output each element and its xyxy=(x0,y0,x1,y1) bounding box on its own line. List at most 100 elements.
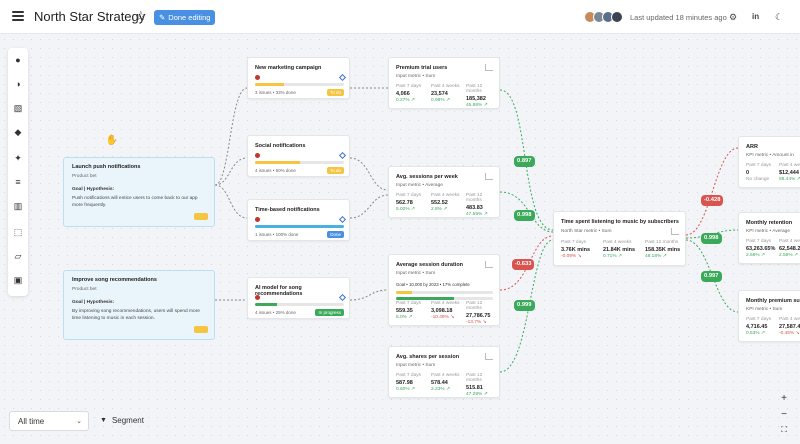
chart-icon[interactable] xyxy=(485,173,493,180)
goal-card[interactable]: Launch push notifications Product bet Go… xyxy=(63,157,215,227)
stat-change: -13.7% ↘ xyxy=(466,320,487,325)
selection-icon[interactable]: ⬚ xyxy=(12,226,24,238)
goal-card[interactable]: Improve song recommendations Product bet… xyxy=(63,270,215,340)
stat-value: 3,098.18 xyxy=(431,308,453,314)
image-icon[interactable]: ▣ xyxy=(12,274,24,286)
initiative-card[interactable]: AI model for song recommendations 4 issue… xyxy=(247,277,350,319)
north-star-metric-card[interactable]: Time spent listening to music by subscri… xyxy=(553,211,686,266)
metric-stat: Past 7 days 4,716.45 0.53% ↗ xyxy=(746,317,771,336)
stat-change: 2.56% ↗ xyxy=(779,253,798,258)
timeframe-select[interactable]: All time ⌄ xyxy=(9,411,89,431)
stat-change: 45.88% ↗ xyxy=(466,103,488,108)
initiative-title: New marketing campaign xyxy=(255,65,322,71)
stat-label: Past 7 days xyxy=(396,301,422,306)
assignee-avatar xyxy=(255,75,260,80)
stat-change: 0.53% ↗ xyxy=(746,331,765,336)
stat-value: 3.76K mins xyxy=(561,247,591,253)
stat-value: 23,574 xyxy=(431,91,448,97)
metric-title: Avg. shares per session xyxy=(396,354,460,360)
git-diamond-icon[interactable]: ◆ xyxy=(12,126,24,138)
correlation-badge[interactable]: 0.897 xyxy=(514,156,535,167)
correlation-badge[interactable]: 0.998 xyxy=(701,233,722,244)
github-icon[interactable]: ● xyxy=(12,54,24,66)
stat-label: Past 4 weeks xyxy=(779,239,800,244)
correlation-badge[interactable]: -0.633 xyxy=(512,259,535,270)
kpi-metric-card[interactable]: ARR KPI metric • Amount in Past 7 days 0 No … xyxy=(738,136,800,188)
kpi-metric-card[interactable]: Monthly retention KPI metric • Average Pas… xyxy=(738,212,800,264)
stat-label: Past 4 weeks xyxy=(779,317,800,322)
stat-value: 63,263.65% xyxy=(746,246,776,252)
progress-fill xyxy=(255,303,278,306)
left-toolbar: ● ◑ ▧ ◆ ✦ ≡ ▥ ⬚ ▱ ▣ xyxy=(8,48,28,296)
metric-title: Average session duration xyxy=(396,262,464,268)
stat-value: 515.81 xyxy=(466,385,483,391)
segment-filter-button[interactable]: ▼ Segment xyxy=(100,416,144,425)
initiative-card[interactable]: Time-based notifications 1 issues • 100% … xyxy=(247,199,350,241)
correlation-badge[interactable]: 0.998 xyxy=(514,210,535,221)
stat-value: 483.83 xyxy=(466,205,483,211)
initiative-meta: 4 issues • 50% done xyxy=(255,168,296,173)
database-icon[interactable]: ≡ xyxy=(12,176,24,188)
correlation-badge[interactable]: 0.999 xyxy=(514,300,535,311)
initiative-card[interactable]: Social notifications 4 issues • 50% done T… xyxy=(247,135,350,177)
stat-change: 0.27% ↗ xyxy=(396,98,415,103)
input-metric-card[interactable]: Premium trial users Input metric • Sum Pas… xyxy=(388,57,500,109)
stat-change: 2.8% ↗ xyxy=(431,207,448,212)
goal-progress-fill xyxy=(396,297,455,300)
metric-stat: Past 4 weeks 578.44 2.23% ↗ xyxy=(431,373,460,392)
half-circle-icon[interactable]: ◑ xyxy=(12,78,24,90)
stat-value: 27,587.46 xyxy=(779,324,800,330)
input-metric-card[interactable]: Avg. sessions per week Input metric • Ave… xyxy=(388,166,500,218)
correlation-badge[interactable]: 0.997 xyxy=(701,271,722,282)
metric-stat: Past 4 weeks 3,098.18 -10.49% ↘ xyxy=(431,301,460,320)
initiative-card[interactable]: New marketing campaign 3 issues • 33% don… xyxy=(247,57,350,99)
metric-title: Avg. sessions per week xyxy=(396,174,458,180)
metric-stat: Past 4 weeks 23,574 0.98% ↗ xyxy=(431,84,460,103)
stat-label: Past 4 weeks xyxy=(431,301,460,306)
linear-icon[interactable]: ▧ xyxy=(12,102,24,114)
stat-label: Past 4 weeks xyxy=(431,373,460,378)
sticky-note-icon[interactable]: ▱ xyxy=(12,250,24,262)
bar-chart-icon[interactable]: ▥ xyxy=(12,200,24,212)
stat-change: 2.56% ↗ xyxy=(746,253,765,258)
metric-stat: Past 4 weeks 62,548.22.56% ↗ xyxy=(779,239,800,258)
metric-stat: Past 7 days 4,066 0.27% ↗ xyxy=(396,84,421,103)
input-metric-card[interactable]: Avg. shares per session Input metric • Su… xyxy=(388,346,500,398)
zoom-out-button[interactable]: − xyxy=(776,406,792,422)
stat-change: 0.60% ↗ xyxy=(396,387,415,392)
filter-icon: ▼ xyxy=(100,417,107,424)
chart-icon[interactable] xyxy=(485,353,493,360)
kpi-subtitle: KPI metric • Amount in xyxy=(746,153,794,158)
stat-change: 5.02% ↗ xyxy=(396,207,415,212)
fit-view-icon[interactable]: ⛶ xyxy=(776,422,792,438)
stat-change: 2.23% ↗ xyxy=(431,387,450,392)
chart-icon[interactable] xyxy=(671,228,679,235)
kpi-subtitle: KPI metric • Sum xyxy=(746,307,783,312)
metric-goal: Goal • 10,000 by 2023 • 17% complete xyxy=(396,282,470,287)
chart-icon[interactable] xyxy=(485,261,493,268)
correlation-badge[interactable]: -0.428 xyxy=(701,195,724,206)
initiative-title: Time-based notifications xyxy=(255,207,320,213)
kpi-metric-card[interactable]: Monthly premium su KPI metric • Sum Past 7… xyxy=(738,290,800,342)
metric-stat: Past 4 weeks 21.84K mins 0.71% ↗ xyxy=(603,240,635,259)
wrench-icon[interactable]: ✦ xyxy=(12,152,24,164)
stat-change: -0.09% ↘ xyxy=(561,254,582,259)
stat-change: No change xyxy=(746,177,770,182)
metric-stat: Past 7 days 559.35 6.0% ↗ xyxy=(396,301,421,320)
stat-value: 27,786.75 xyxy=(466,313,491,319)
zoom-in-button[interactable]: + xyxy=(776,390,792,406)
linear-diamond-icon xyxy=(338,73,347,82)
stat-change: 58.44% ↗ xyxy=(779,177,800,182)
kpi-title: Monthly retention xyxy=(746,220,793,226)
linear-diamond-icon xyxy=(338,151,347,160)
kpi-subtitle: KPI metric • Average xyxy=(746,229,790,234)
stat-value: 21.84K mins xyxy=(603,247,636,253)
progress-fill xyxy=(255,161,300,164)
stat-label: Past 7 days xyxy=(561,240,587,245)
chart-icon[interactable] xyxy=(485,64,493,71)
status-tag: To do xyxy=(326,89,344,96)
north-star-subtitle: North Star metric • Sum xyxy=(561,229,612,234)
stat-change: 0.71% ↗ xyxy=(603,254,622,259)
input-metric-card[interactable]: Average session duration Input metric • S… xyxy=(388,254,500,326)
stat-label: Past 7 days xyxy=(746,317,772,322)
